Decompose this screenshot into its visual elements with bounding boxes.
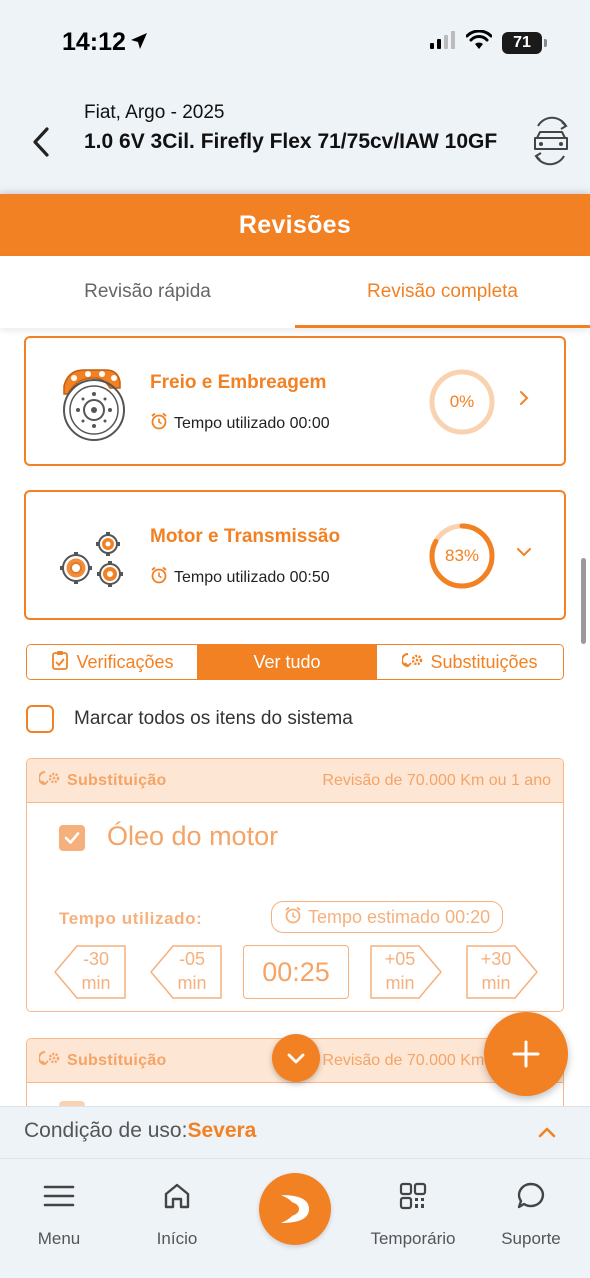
status-time: 14:12 (62, 28, 148, 57)
car-swap-icon (534, 116, 568, 166)
bottom-navigation: Menu Início Temporário Suporte (0, 1158, 590, 1278)
progress-percent: 0% (449, 392, 475, 411)
usage-condition-value: Severa (187, 1119, 257, 1142)
mark-all-row[interactable]: Marcar todos os itens do sistema (26, 704, 353, 734)
item-filter-bar: Verificações Ver tudo Substituições (26, 644, 564, 680)
system-name: Motor e Transmissão (150, 526, 341, 547)
hamburger-icon (42, 1179, 76, 1213)
battery-indicator: 71 (502, 31, 547, 54)
nav-support[interactable]: Suporte (481, 1179, 581, 1259)
gears-icon (54, 518, 134, 598)
filter-replacements[interactable]: Substituições (377, 645, 563, 679)
item-type: Substituição (38, 769, 167, 792)
system-name: Freio e Embreagem (150, 372, 327, 393)
item-card-oil: Substituição Revisão de 70.000 Km ou 1 a… (26, 758, 564, 1012)
vehicle-title: 1.0 6V 3Cil. Firefly Flex 71/75cv/IAW 10… (84, 130, 498, 153)
chevron-down-icon (287, 1053, 305, 1064)
item-name: Óleo do motor (107, 821, 279, 851)
item-checkbox[interactable] (59, 825, 85, 851)
page-title: Revisões (238, 210, 352, 239)
usage-condition: Condição de uso:Severa (24, 1119, 257, 1142)
alarm-clock-icon (284, 906, 302, 929)
nav-temporary[interactable]: Temporário (363, 1179, 463, 1259)
nav-home[interactable]: Início (127, 1179, 227, 1259)
page-title-bar: Revisões (0, 194, 590, 256)
status-bar: 14:12 71 (0, 0, 590, 92)
checkmark-icon (64, 832, 80, 844)
system-card-engine[interactable]: Motor e Transmissão Tempo utilizado 00:5… (24, 490, 566, 620)
alarm-clock-icon (150, 566, 168, 589)
system-card-brake[interactable]: Freio e Embreagem Tempo utilizado 00:00 … (24, 336, 566, 466)
item-type: Substituição (38, 1049, 167, 1072)
estimated-time-badge: Tempo estimado 00:20 (271, 901, 504, 933)
add-item-button[interactable] (484, 1012, 568, 1096)
filter-all[interactable]: Ver tudo (197, 645, 377, 679)
qr-code-icon (396, 1179, 430, 1213)
replace-gear-icon (401, 651, 424, 674)
review-tabs: Revisão rápida Revisão completa (0, 256, 590, 328)
status-icons: 71 (430, 29, 547, 55)
replace-gear-icon (38, 1049, 61, 1072)
brand-logo-button[interactable] (259, 1173, 331, 1245)
filter-verifications[interactable]: Verificações (27, 645, 197, 679)
mark-all-checkbox[interactable] (26, 705, 54, 733)
plus-30-button[interactable]: +30 min (465, 945, 539, 999)
plus-05-button[interactable]: +05 min (369, 945, 443, 999)
item-body: Óleo do motor Tempo utilizado: Tempo est… (27, 803, 563, 1001)
alarm-clock-icon (150, 412, 168, 435)
item-header: Substituição Revisão de 70.000 Km ou 1 a… (27, 759, 563, 803)
tab-quick-review[interactable]: Revisão rápida (0, 256, 295, 328)
home-icon (160, 1179, 194, 1213)
system-progress-ring: 0% (428, 368, 496, 436)
nav-menu[interactable]: Menu (9, 1179, 109, 1259)
brake-disc-icon (54, 364, 134, 444)
chat-bubble-icon (514, 1179, 548, 1213)
tab-full-review[interactable]: Revisão completa (295, 256, 590, 328)
swap-vehicle-button[interactable] (530, 116, 572, 166)
minus-05-button[interactable]: -05 min (149, 945, 223, 999)
time-steppers: -30 min -05 min 00:25 +05 min +30 min (27, 945, 563, 1003)
item-revision: Revisão de 70.000 Km ou 1 ano (322, 771, 551, 789)
signal-icon (430, 31, 456, 54)
time-used-label: Tempo utilizado: (59, 909, 203, 928)
system-time-used: Tempo utilizado 00:50 (150, 566, 330, 589)
system-progress-ring: 83% (428, 522, 496, 590)
vehicle-subtitle: Fiat, Argo - 2025 (84, 102, 225, 123)
chevron-right-icon[interactable] (514, 388, 534, 408)
usage-condition-bar[interactable]: Condição de uso:Severa (0, 1106, 590, 1158)
chevron-down-icon[interactable] (514, 542, 534, 562)
chevron-up-icon[interactable] (536, 1121, 558, 1143)
mark-all-label: Marcar todos os itens do sistema (74, 708, 353, 729)
plus-icon (512, 1040, 540, 1068)
replace-gear-icon (38, 769, 61, 792)
current-time-display[interactable]: 00:25 (243, 945, 349, 999)
minus-30-button[interactable]: -30 min (53, 945, 127, 999)
back-button[interactable] (26, 122, 56, 162)
location-arrow-icon (130, 28, 148, 57)
wifi-icon (465, 29, 493, 55)
vehicle-header: Fiat, Argo - 2025 1.0 6V 3Cil. Firefly F… (0, 92, 590, 194)
system-time-used: Tempo utilizado 00:00 (150, 412, 330, 435)
content-scroll-area[interactable]: Freio e Embreagem Tempo utilizado 00:00 … (0, 328, 590, 1106)
clipboard-check-icon (50, 650, 70, 675)
scroll-down-button[interactable] (272, 1034, 320, 1082)
chevron-left-icon (33, 127, 49, 157)
progress-percent: 83% (444, 546, 480, 565)
brand-logo-icon (281, 1195, 309, 1223)
scrollbar[interactable] (581, 558, 586, 644)
